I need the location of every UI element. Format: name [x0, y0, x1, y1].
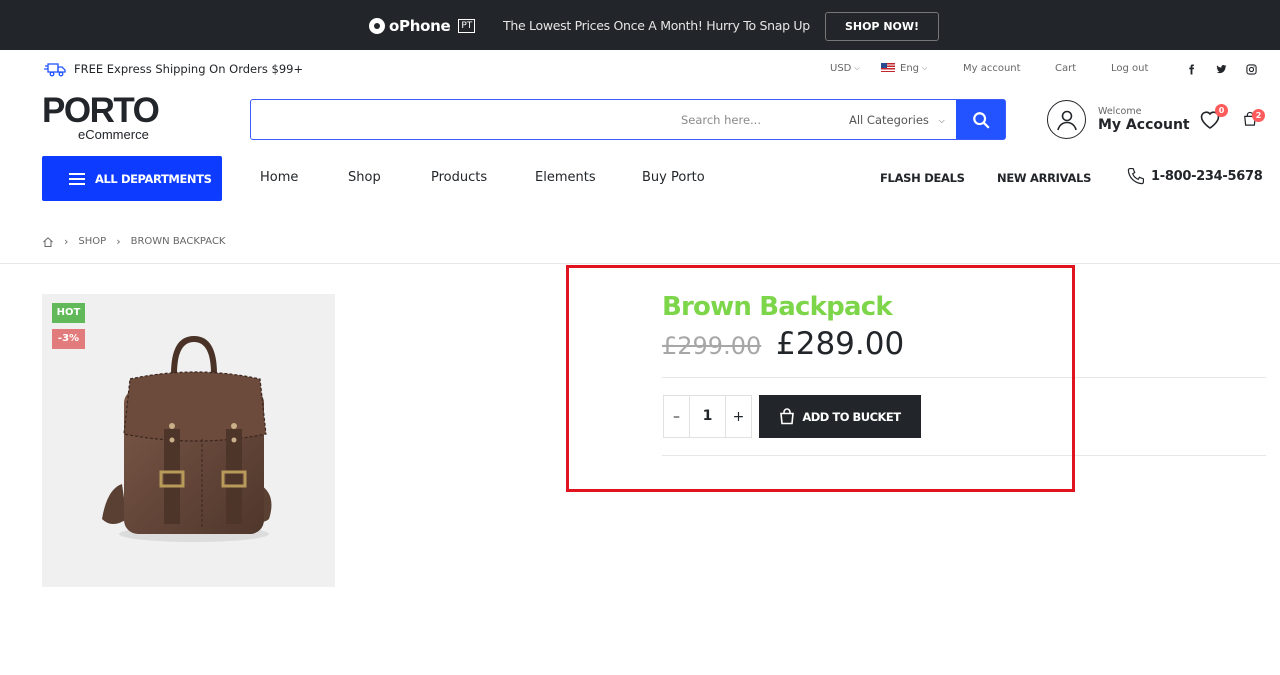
promo-bar: oPhone PT The Lowest Prices Once A Month… — [0, 0, 1280, 50]
instagram-icon[interactable] — [1244, 62, 1258, 76]
search-input[interactable] — [261, 100, 761, 139]
log-out-link[interactable]: Log out — [1111, 63, 1148, 74]
my-account-link[interactable]: My account — [963, 63, 1021, 74]
chevron-down-icon: ⌵ — [854, 64, 860, 72]
phone-icon — [1127, 167, 1145, 185]
wishlist-count-badge: 0 — [1215, 104, 1228, 117]
promo-message: The Lowest Prices Once A Month! Hurry To… — [503, 18, 810, 33]
breadcrumb: › SHOP › BROWN BACKPACK — [42, 235, 225, 248]
currency-label: USD — [830, 63, 852, 74]
language-label: Eng — [900, 63, 920, 74]
chevron-down-icon: ⌵ — [938, 116, 945, 125]
category-label: All Categories — [849, 113, 929, 127]
account-name: My Account — [1098, 117, 1190, 133]
departments-label: ALL DEPARTMENTS — [95, 171, 212, 186]
cart-button[interactable]: 2 — [1243, 109, 1265, 127]
free-shipping-notice: FREE Express Shipping On Orders $99+ — [44, 60, 303, 78]
ophone-logo-icon — [369, 18, 385, 34]
welcome-label: Welcome — [1098, 106, 1142, 117]
nav-elements[interactable]: Elements — [535, 170, 596, 185]
breadcrumb-current: BROWN BACKPACK — [130, 236, 226, 247]
promo-brand-name: oPhone — [389, 17, 451, 35]
menu-icon — [69, 172, 85, 185]
logo-sub-text: eCommerce — [78, 127, 149, 142]
porto-logo[interactable]: PORTO eCommerce — [42, 91, 162, 144]
phone-contact[interactable]: 1-800-234-5678 — [1126, 167, 1263, 186]
search-button[interactable] — [956, 100, 1005, 139]
nav-buy-porto[interactable]: Buy Porto — [642, 170, 705, 185]
discount-badge: -3% — [52, 329, 85, 349]
promo-brand-badge: PT — [458, 19, 476, 33]
highlight-box — [566, 265, 1075, 492]
nav-new-arrivals[interactable]: NEW ARRIVALS — [997, 171, 1091, 185]
account-widget[interactable]: Welcome My Account — [1047, 100, 1190, 139]
nav-shop[interactable]: Shop — [348, 170, 381, 185]
all-departments-button[interactable]: ALL DEPARTMENTS — [42, 156, 222, 201]
product-image[interactable]: HOT -3% — [42, 294, 335, 587]
divider — [0, 263, 1280, 264]
shop-now-button[interactable]: SHOP NOW! — [825, 12, 939, 41]
language-selector[interactable]: Eng ⌵ — [881, 63, 927, 74]
chevron-right-icon: › — [64, 235, 69, 248]
phone-number: 1-800-234-5678 — [1151, 169, 1263, 184]
logo-main-text: PORTO — [42, 91, 160, 130]
home-icon[interactable] — [42, 236, 54, 248]
wishlist-button[interactable]: 0 — [1198, 104, 1228, 133]
category-select[interactable]: All Categories ⌵ — [849, 113, 945, 127]
promo-brand-logo: oPhone PT — [369, 15, 476, 37]
search-icon — [972, 111, 989, 128]
user-icon — [1047, 100, 1086, 139]
facebook-icon[interactable] — [1184, 62, 1198, 76]
currency-selector[interactable]: USD ⌵ — [830, 63, 860, 74]
chevron-right-icon: › — [116, 235, 121, 248]
truck-icon — [44, 63, 66, 77]
breadcrumb-shop[interactable]: SHOP — [78, 236, 106, 247]
backpack-photo — [102, 335, 272, 542]
twitter-icon[interactable] — [1214, 62, 1228, 76]
nav-home[interactable]: Home — [260, 170, 298, 185]
shipping-text: FREE Express Shipping On Orders $99+ — [74, 62, 304, 76]
nav-products[interactable]: Products — [431, 170, 487, 185]
cart-count-badge: 2 — [1252, 109, 1265, 122]
search-bar: All Categories ⌵ — [250, 99, 1006, 140]
us-flag-icon — [881, 63, 895, 72]
hot-badge: HOT — [52, 303, 85, 323]
nav-flash-deals[interactable]: FLASH DEALS — [880, 171, 965, 185]
cart-link[interactable]: Cart — [1055, 63, 1076, 74]
chevron-down-icon: ⌵ — [922, 64, 928, 72]
